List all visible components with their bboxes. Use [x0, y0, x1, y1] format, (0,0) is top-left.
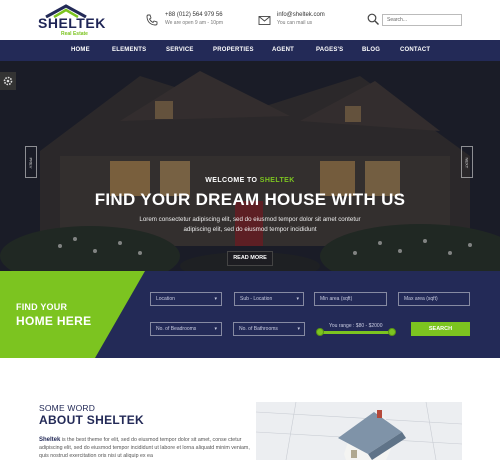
about-title: ABOUT SHELTEK [39, 413, 145, 427]
price-range-max-handle[interactable] [388, 328, 396, 336]
search-input[interactable]: Search... [382, 14, 462, 26]
prev-label: PREV [28, 157, 34, 169]
price-range-label: You range : $80 - $2000 [329, 323, 383, 329]
nav-home[interactable]: HOME [71, 40, 90, 61]
bedrooms-select[interactable]: No. of Beadrooms ▾ [150, 322, 222, 336]
min-area-input[interactable]: Min area (sqft) [314, 292, 387, 306]
next-slide-button[interactable]: NEXT [461, 146, 473, 178]
min-area-placeholder: Min area (sqft) [320, 296, 353, 302]
search-icon[interactable] [367, 13, 379, 25]
max-area-input[interactable]: Max area (sqft) [398, 292, 470, 306]
brand-tagline: Real Estate [61, 31, 88, 37]
settings-toggle[interactable] [0, 72, 16, 90]
welcome-text: WELCOME TO SHELTEK [0, 177, 500, 184]
phone-contact: +88 (012) 564 979 56 We are open 9 am - … [146, 12, 246, 30]
chevron-down-icon: ▾ [297, 326, 300, 332]
bathrooms-select[interactable]: No. of Bathrooms ▾ [233, 322, 305, 336]
email-contact: info@sheltek.com You can mail us [258, 12, 358, 30]
hero-headline: FIND YOUR DREAM HOUSE WITH US [94, 190, 406, 209]
finder-title-line1: FIND YOUR [16, 302, 68, 312]
welcome-prefix: WELCOME TO [205, 177, 258, 184]
envelope-icon [258, 16, 271, 25]
prev-slide-button[interactable]: PREV [25, 146, 37, 178]
nav-elements[interactable]: ELEMENTS [112, 40, 146, 61]
gear-icon [3, 76, 13, 86]
nav-blog[interactable]: BLOG [362, 40, 380, 61]
house-model-illustration [256, 402, 462, 460]
email-address[interactable]: info@sheltek.com [277, 12, 325, 18]
house-model-image [256, 402, 462, 460]
main-nav: HOME ELEMENTS SERVICE PROPERTIES AGENT P… [0, 40, 500, 61]
welcome-brand: SHELTEK [259, 177, 295, 184]
bedrooms-value: No. of Beadrooms [156, 326, 197, 332]
nav-agent[interactable]: AGENT [272, 40, 294, 61]
phone-number[interactable]: +88 (012) 564 979 56 [165, 12, 223, 18]
price-range-min-handle[interactable] [316, 328, 324, 336]
about-text-body: is the best theme for elit, sed do eiusm… [39, 437, 250, 459]
about-text: Sheltek is the best theme for elit, sed … [39, 436, 254, 460]
logo[interactable]: SHELTEK Real Estate [38, 4, 105, 38]
chevron-down-icon: ▾ [296, 296, 299, 302]
about-kicker: SOME WORD [39, 403, 96, 413]
phone-icon [146, 14, 158, 26]
location-select[interactable]: Location ▾ [150, 292, 222, 306]
top-header: SHELTEK Real Estate +88 (012) 564 979 56… [0, 0, 500, 40]
property-finder: FIND YOUR HOME HERE [0, 271, 500, 358]
hero-banner: PREV NEXT WELCOME TO SHELTEK FIND YOUR D… [0, 61, 500, 271]
location-value: Location [156, 296, 175, 302]
max-area-placeholder: Max area (sqft) [404, 296, 438, 302]
nav-service[interactable]: SERVICE [166, 40, 194, 61]
search-button[interactable]: SEARCH [411, 322, 470, 336]
chevron-down-icon: ▾ [214, 296, 217, 302]
nav-pages[interactable]: PAGES'S [316, 40, 343, 61]
hero-lead: Lorem consectetur adipiscing elit, sed d… [139, 216, 361, 233]
sub-location-value: Sub - Location [240, 296, 273, 302]
sub-location-select[interactable]: Sub - Location ▾ [234, 292, 304, 306]
nav-properties[interactable]: PROPERTIES [213, 40, 254, 61]
read-more-button[interactable]: READ MORE [227, 251, 273, 266]
hero-overlay [0, 61, 500, 271]
chevron-down-icon: ▾ [214, 326, 217, 332]
about-text-brand: Sheltek [39, 437, 61, 443]
next-label: NEXT [464, 157, 470, 169]
bathrooms-value: No. of Bathrooms [239, 326, 278, 332]
email-note: You can mail us [277, 20, 313, 26]
phone-hours: We are open 9 am - 10pm [165, 20, 223, 26]
nav-contact[interactable]: CONTACT [400, 40, 430, 61]
finder-title-line2: HOME HERE [16, 314, 92, 328]
brand-name: SHELTEK [38, 15, 106, 31]
price-range-track[interactable] [318, 331, 394, 334]
